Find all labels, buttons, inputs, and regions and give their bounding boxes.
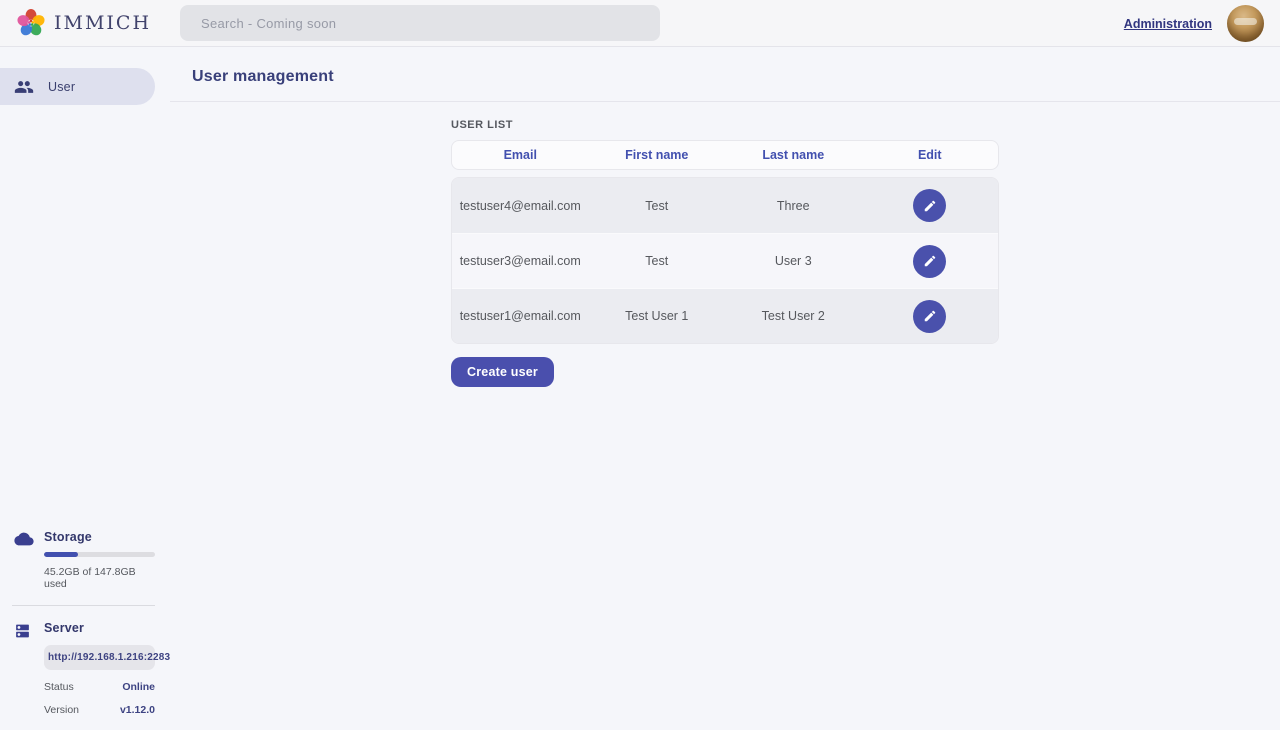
status-value: Online [122, 681, 155, 693]
search-placeholder: Search - Coming soon [201, 16, 336, 31]
cell-first-name: Test [589, 199, 726, 213]
server-title: Server [44, 621, 155, 635]
edit-user-button[interactable] [913, 245, 946, 278]
sidebar: User Storage 45.2GB of 147.8GB used [0, 47, 170, 730]
storage-usage-text: 45.2GB of 147.8GB used [44, 566, 155, 590]
cell-last-name: User 3 [725, 254, 862, 268]
app-title: IMMICH [54, 12, 151, 34]
main-content: User management USER LIST Email First na… [170, 47, 1280, 730]
cell-edit [862, 245, 999, 278]
cell-email: testuser4@email.com [452, 199, 589, 213]
storage-progress-fill [44, 552, 78, 557]
user-list-heading: USER LIST [451, 119, 999, 131]
sidebar-item-label: User [48, 80, 75, 94]
cell-email: testuser3@email.com [452, 254, 589, 268]
user-avatar[interactable] [1227, 5, 1264, 42]
cloud-icon [14, 531, 34, 547]
server-section: Server http://192.168.1.216:2283 Status … [14, 621, 155, 716]
sidebar-item-user[interactable]: User [0, 68, 155, 105]
sidebar-bottom-panel: Storage 45.2GB of 147.8GB used Server [0, 530, 170, 730]
table-row: testuser4@email.comTestThree [452, 178, 998, 233]
pencil-icon [923, 254, 937, 268]
page-title-bar: User management [170, 47, 1280, 102]
table-row: testuser3@email.comTestUser 3 [452, 233, 998, 288]
pencil-icon [923, 199, 937, 213]
status-label: Status [44, 681, 74, 693]
storage-progress-bar [44, 552, 155, 557]
table-row: testuser1@email.comTest User 1Test User … [452, 288, 998, 343]
create-user-button[interactable]: Create user [451, 357, 554, 387]
edit-user-button[interactable] [913, 189, 946, 222]
users-group-icon [14, 77, 34, 97]
cell-edit [862, 300, 999, 333]
column-header-edit: Edit [862, 148, 999, 162]
administration-link[interactable]: Administration [1124, 17, 1212, 31]
cell-edit [862, 189, 999, 222]
cell-last-name: Three [725, 199, 862, 213]
edit-user-button[interactable] [913, 300, 946, 333]
topbar-right-group: Administration [1124, 0, 1280, 47]
table-header-row: Email First name Last name Edit [451, 140, 999, 170]
app-logo[interactable]: IMMICH [0, 8, 164, 38]
top-navigation-bar: IMMICH Search - Coming soon Administrati… [0, 0, 1280, 47]
column-header-email: Email [452, 148, 589, 162]
cell-first-name: Test [589, 254, 726, 268]
version-label: Version [44, 704, 79, 716]
cell-last-name: Test User 2 [725, 309, 862, 323]
immich-flower-icon [16, 8, 46, 38]
cell-first-name: Test User 1 [589, 309, 726, 323]
cell-email: testuser1@email.com [452, 309, 589, 323]
server-status-row: Status Online [44, 681, 155, 693]
server-url-badge: http://192.168.1.216:2283 [44, 645, 155, 670]
storage-section: Storage 45.2GB of 147.8GB used [14, 530, 155, 590]
server-version-row: Version v1.12.0 [44, 704, 155, 716]
server-icon [14, 622, 31, 640]
user-table-body: testuser4@email.comTestThreetestuser3@em… [451, 177, 999, 344]
page-title: User management [192, 68, 1280, 86]
pencil-icon [923, 309, 937, 323]
storage-title: Storage [44, 530, 155, 544]
version-value: v1.12.0 [120, 704, 155, 716]
column-header-first-name: First name [589, 148, 726, 162]
column-header-last-name: Last name [725, 148, 862, 162]
search-input[interactable]: Search - Coming soon [180, 5, 660, 41]
sidebar-divider [12, 605, 155, 606]
